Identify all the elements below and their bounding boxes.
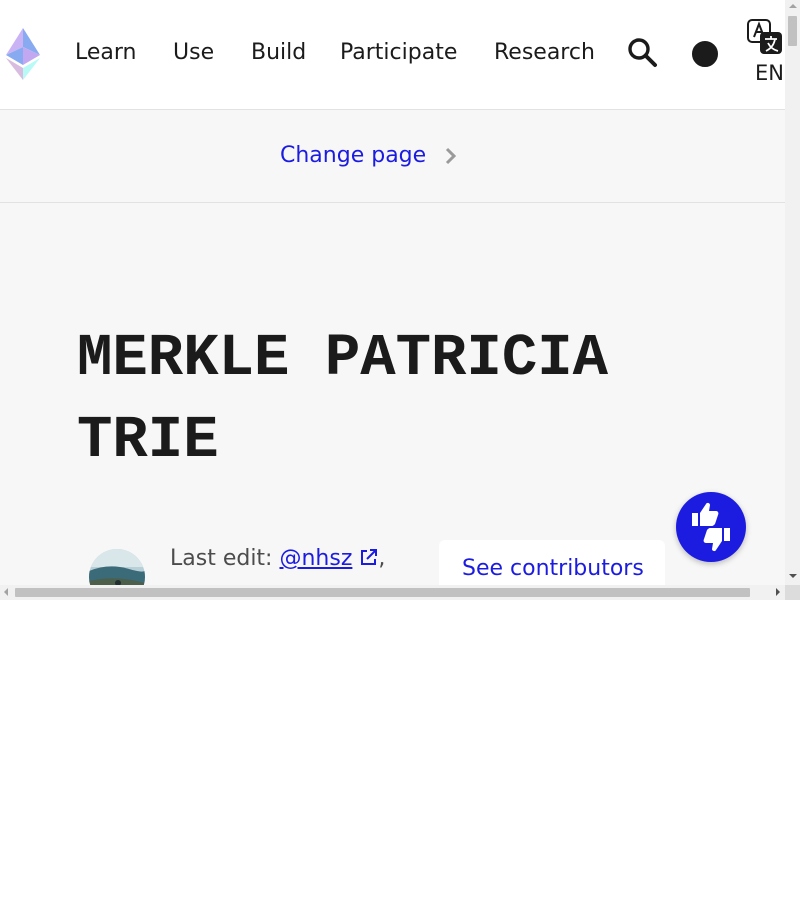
last-edit-info: Last edit: @nhsz , (170, 544, 385, 574)
language-label: EN (755, 61, 784, 85)
scroll-down-icon[interactable] (789, 574, 797, 578)
horizontal-scrollbar[interactable] (0, 585, 785, 600)
search-icon (628, 38, 657, 67)
vertical-scrollbar[interactable] (785, 0, 800, 585)
last-edit-label: Last edit: (170, 546, 273, 571)
nav-participate[interactable]: Participate (340, 38, 457, 68)
scroll-right-icon[interactable] (776, 588, 780, 596)
scroll-left-icon[interactable] (4, 588, 8, 596)
language-button[interactable]: EN (744, 18, 785, 92)
page: Learn Use Build Participate Research EN … (0, 0, 785, 585)
nav-use[interactable]: Use (173, 38, 214, 68)
see-contributors-button[interactable]: See contributors (439, 540, 665, 585)
top-navigation: Learn Use Build Participate Research EN (0, 0, 785, 110)
change-page-link[interactable]: Change page (280, 140, 426, 172)
last-edit-user-link[interactable]: @nhsz (279, 546, 352, 571)
nav-build[interactable]: Build (251, 38, 306, 68)
see-contributors-label: See contributors (462, 556, 644, 581)
vertical-scroll-thumb[interactable] (788, 16, 797, 46)
external-link-icon (361, 549, 378, 565)
theme-toggle-button[interactable] (689, 38, 721, 70)
thumbs-up-down-icon (692, 502, 730, 552)
nav-research[interactable]: Research (494, 38, 595, 68)
change-page-bar: Change page (0, 110, 785, 203)
avatar (89, 549, 145, 585)
ethereum-logo-icon[interactable] (5, 27, 41, 81)
avatar-image (89, 549, 145, 585)
nav-learn[interactable]: Learn (75, 38, 137, 68)
search-button[interactable] (626, 36, 660, 70)
last-edit-suffix: , (378, 546, 386, 571)
page-title: Merkle Patricia Trie (77, 325, 609, 474)
browser-viewport: Learn Use Build Participate Research EN … (0, 0, 800, 600)
dark-mode-toggle-icon (692, 41, 718, 67)
chevron-right-icon[interactable] (441, 145, 461, 167)
horizontal-scroll-thumb[interactable] (15, 588, 750, 597)
translate-icon (747, 19, 782, 54)
scroll-up-icon[interactable] (789, 4, 797, 8)
scrollbar-corner (785, 585, 800, 600)
feedback-button[interactable] (676, 492, 746, 562)
